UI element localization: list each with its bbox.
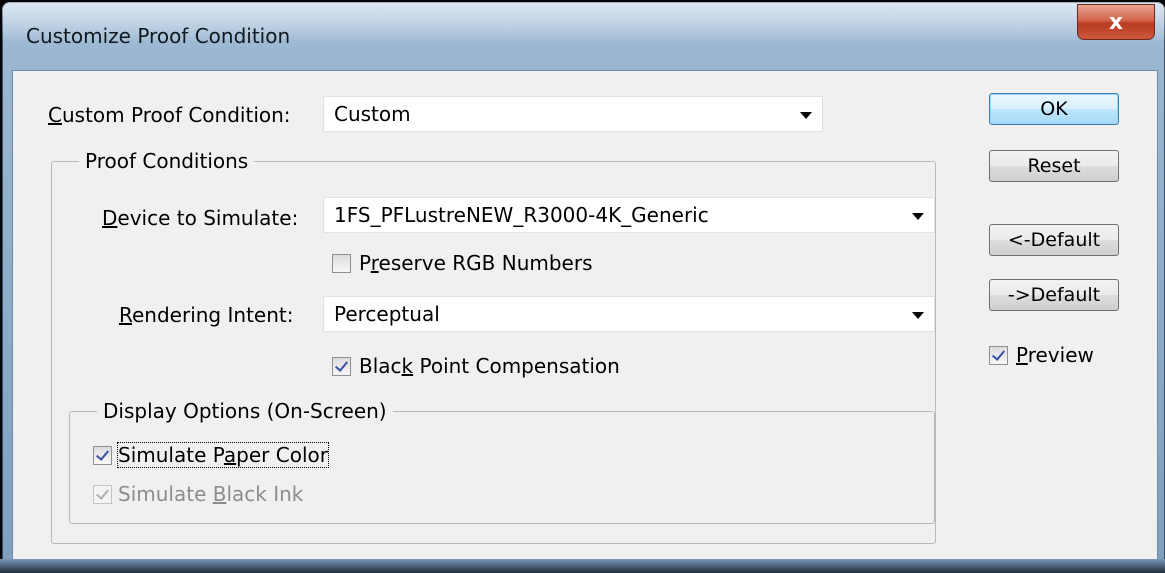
rendering-intent-value: Perceptual bbox=[334, 302, 440, 326]
checkmark-icon bbox=[334, 358, 349, 372]
checkmark-icon bbox=[95, 447, 110, 461]
display-options-group bbox=[69, 411, 935, 524]
simulate-paper-color-checkbox[interactable] bbox=[93, 446, 112, 465]
simulate-paper-color-label[interactable]: Simulate Paper Color bbox=[117, 442, 329, 468]
checkmark-icon bbox=[95, 486, 110, 500]
black-point-compensation-label[interactable]: Black Point Compensation bbox=[359, 354, 620, 378]
dialog-window: Customize Proof Condition x Custom Proof… bbox=[2, 2, 1165, 573]
chevron-down-icon bbox=[912, 213, 924, 220]
load-default-button[interactable]: <-Default bbox=[989, 224, 1119, 256]
simulate-black-ink-label[interactable]: Simulate Black Ink bbox=[118, 482, 303, 506]
device-to-simulate-value: 1FS_PFLustreNEW_R3000-4K_Generic bbox=[334, 203, 709, 227]
custom-proof-condition-select[interactable]: Custom bbox=[323, 96, 823, 132]
preview-checkbox[interactable] bbox=[989, 346, 1008, 365]
dialog-title: Customize Proof Condition bbox=[26, 24, 291, 48]
black-point-compensation-checkbox[interactable] bbox=[332, 357, 351, 376]
rendering-intent-label: Rendering Intent: bbox=[119, 303, 294, 327]
dialog-body: Custom Proof Condition: Custom Proof Con… bbox=[12, 70, 1158, 560]
ok-button[interactable]: OK bbox=[989, 93, 1119, 125]
rendering-intent-select[interactable]: Perceptual bbox=[323, 296, 935, 332]
proof-conditions-legend: Proof Conditions bbox=[79, 149, 255, 173]
preserve-rgb-checkbox[interactable] bbox=[332, 254, 351, 273]
chevron-down-icon bbox=[912, 312, 924, 319]
custom-proof-condition-value: Custom bbox=[334, 102, 411, 126]
simulate-black-ink-checkbox[interactable] bbox=[93, 485, 112, 504]
device-to-simulate-label: Device to Simulate: bbox=[102, 206, 299, 230]
desktop-strip bbox=[0, 559, 1165, 573]
checkmark-icon bbox=[991, 347, 1006, 361]
custom-proof-condition-label: Custom Proof Condition: bbox=[48, 103, 291, 127]
close-icon: x bbox=[1108, 9, 1124, 35]
display-options-legend: Display Options (On-Screen) bbox=[97, 399, 393, 423]
preview-label[interactable]: Preview bbox=[1016, 343, 1094, 367]
preserve-rgb-label[interactable]: Preserve RGB Numbers bbox=[359, 251, 593, 275]
reset-button[interactable]: Reset bbox=[989, 150, 1119, 182]
title-bar[interactable]: Customize Proof Condition x bbox=[2, 2, 1165, 70]
save-default-button[interactable]: ->Default bbox=[989, 279, 1119, 311]
close-button[interactable]: x bbox=[1077, 4, 1155, 40]
chevron-down-icon bbox=[800, 112, 812, 119]
device-to-simulate-select[interactable]: 1FS_PFLustreNEW_R3000-4K_Generic bbox=[323, 197, 935, 233]
